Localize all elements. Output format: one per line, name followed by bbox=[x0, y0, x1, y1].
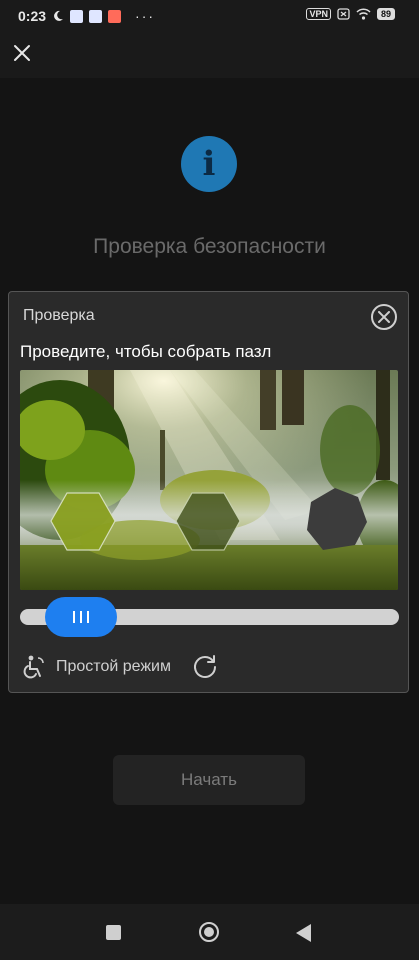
status-overflow-dots: ··· bbox=[135, 8, 156, 24]
sim-off-icon bbox=[337, 8, 350, 20]
close-icon bbox=[378, 311, 390, 323]
back-button[interactable] bbox=[296, 924, 311, 942]
system-nav-bar bbox=[0, 904, 419, 960]
dialog-title: Проверка bbox=[23, 307, 95, 324]
puzzle-image bbox=[20, 370, 398, 590]
start-button[interactable]: Начать bbox=[113, 755, 305, 805]
status-right-icons: VPN 89 bbox=[306, 8, 395, 20]
info-icon: i bbox=[181, 136, 237, 192]
moon-icon bbox=[54, 10, 64, 21]
top-bar bbox=[0, 32, 419, 78]
status-bar: 0:23 ··· VPN 89 bbox=[0, 0, 419, 32]
refresh-icon[interactable] bbox=[191, 653, 219, 681]
app-notification-icon bbox=[89, 9, 103, 23]
status-time: 0:23 bbox=[18, 8, 47, 24]
captcha-instruction: Проведите, чтобы собрать пазл bbox=[20, 342, 272, 361]
app-notification-icon bbox=[108, 9, 122, 23]
home-dot bbox=[204, 927, 214, 937]
captcha-dialog: Проверка Проведите, чтобы собрать пазл П… bbox=[8, 291, 409, 693]
app-notification-icon bbox=[70, 9, 84, 23]
simple-mode-link[interactable]: Простой режим bbox=[56, 658, 171, 676]
vpn-badge: VPN bbox=[306, 8, 331, 20]
captcha-footer: Простой режим bbox=[20, 650, 219, 684]
dialog-close-button[interactable] bbox=[371, 304, 397, 330]
forest-scene bbox=[20, 370, 398, 590]
accessibility-icon[interactable] bbox=[20, 654, 46, 680]
recents-button[interactable] bbox=[106, 925, 121, 940]
close-icon[interactable] bbox=[10, 41, 34, 65]
battery-indicator: 89 bbox=[376, 8, 395, 20]
status-notification-icons bbox=[52, 9, 122, 23]
wifi-icon bbox=[356, 8, 371, 20]
page-title: Проверка безопасности bbox=[93, 235, 326, 258]
grip-line bbox=[73, 611, 75, 623]
grip-line bbox=[87, 611, 89, 623]
home-button[interactable] bbox=[199, 922, 219, 942]
grip-line bbox=[80, 611, 82, 623]
slider-handle[interactable] bbox=[45, 597, 117, 637]
